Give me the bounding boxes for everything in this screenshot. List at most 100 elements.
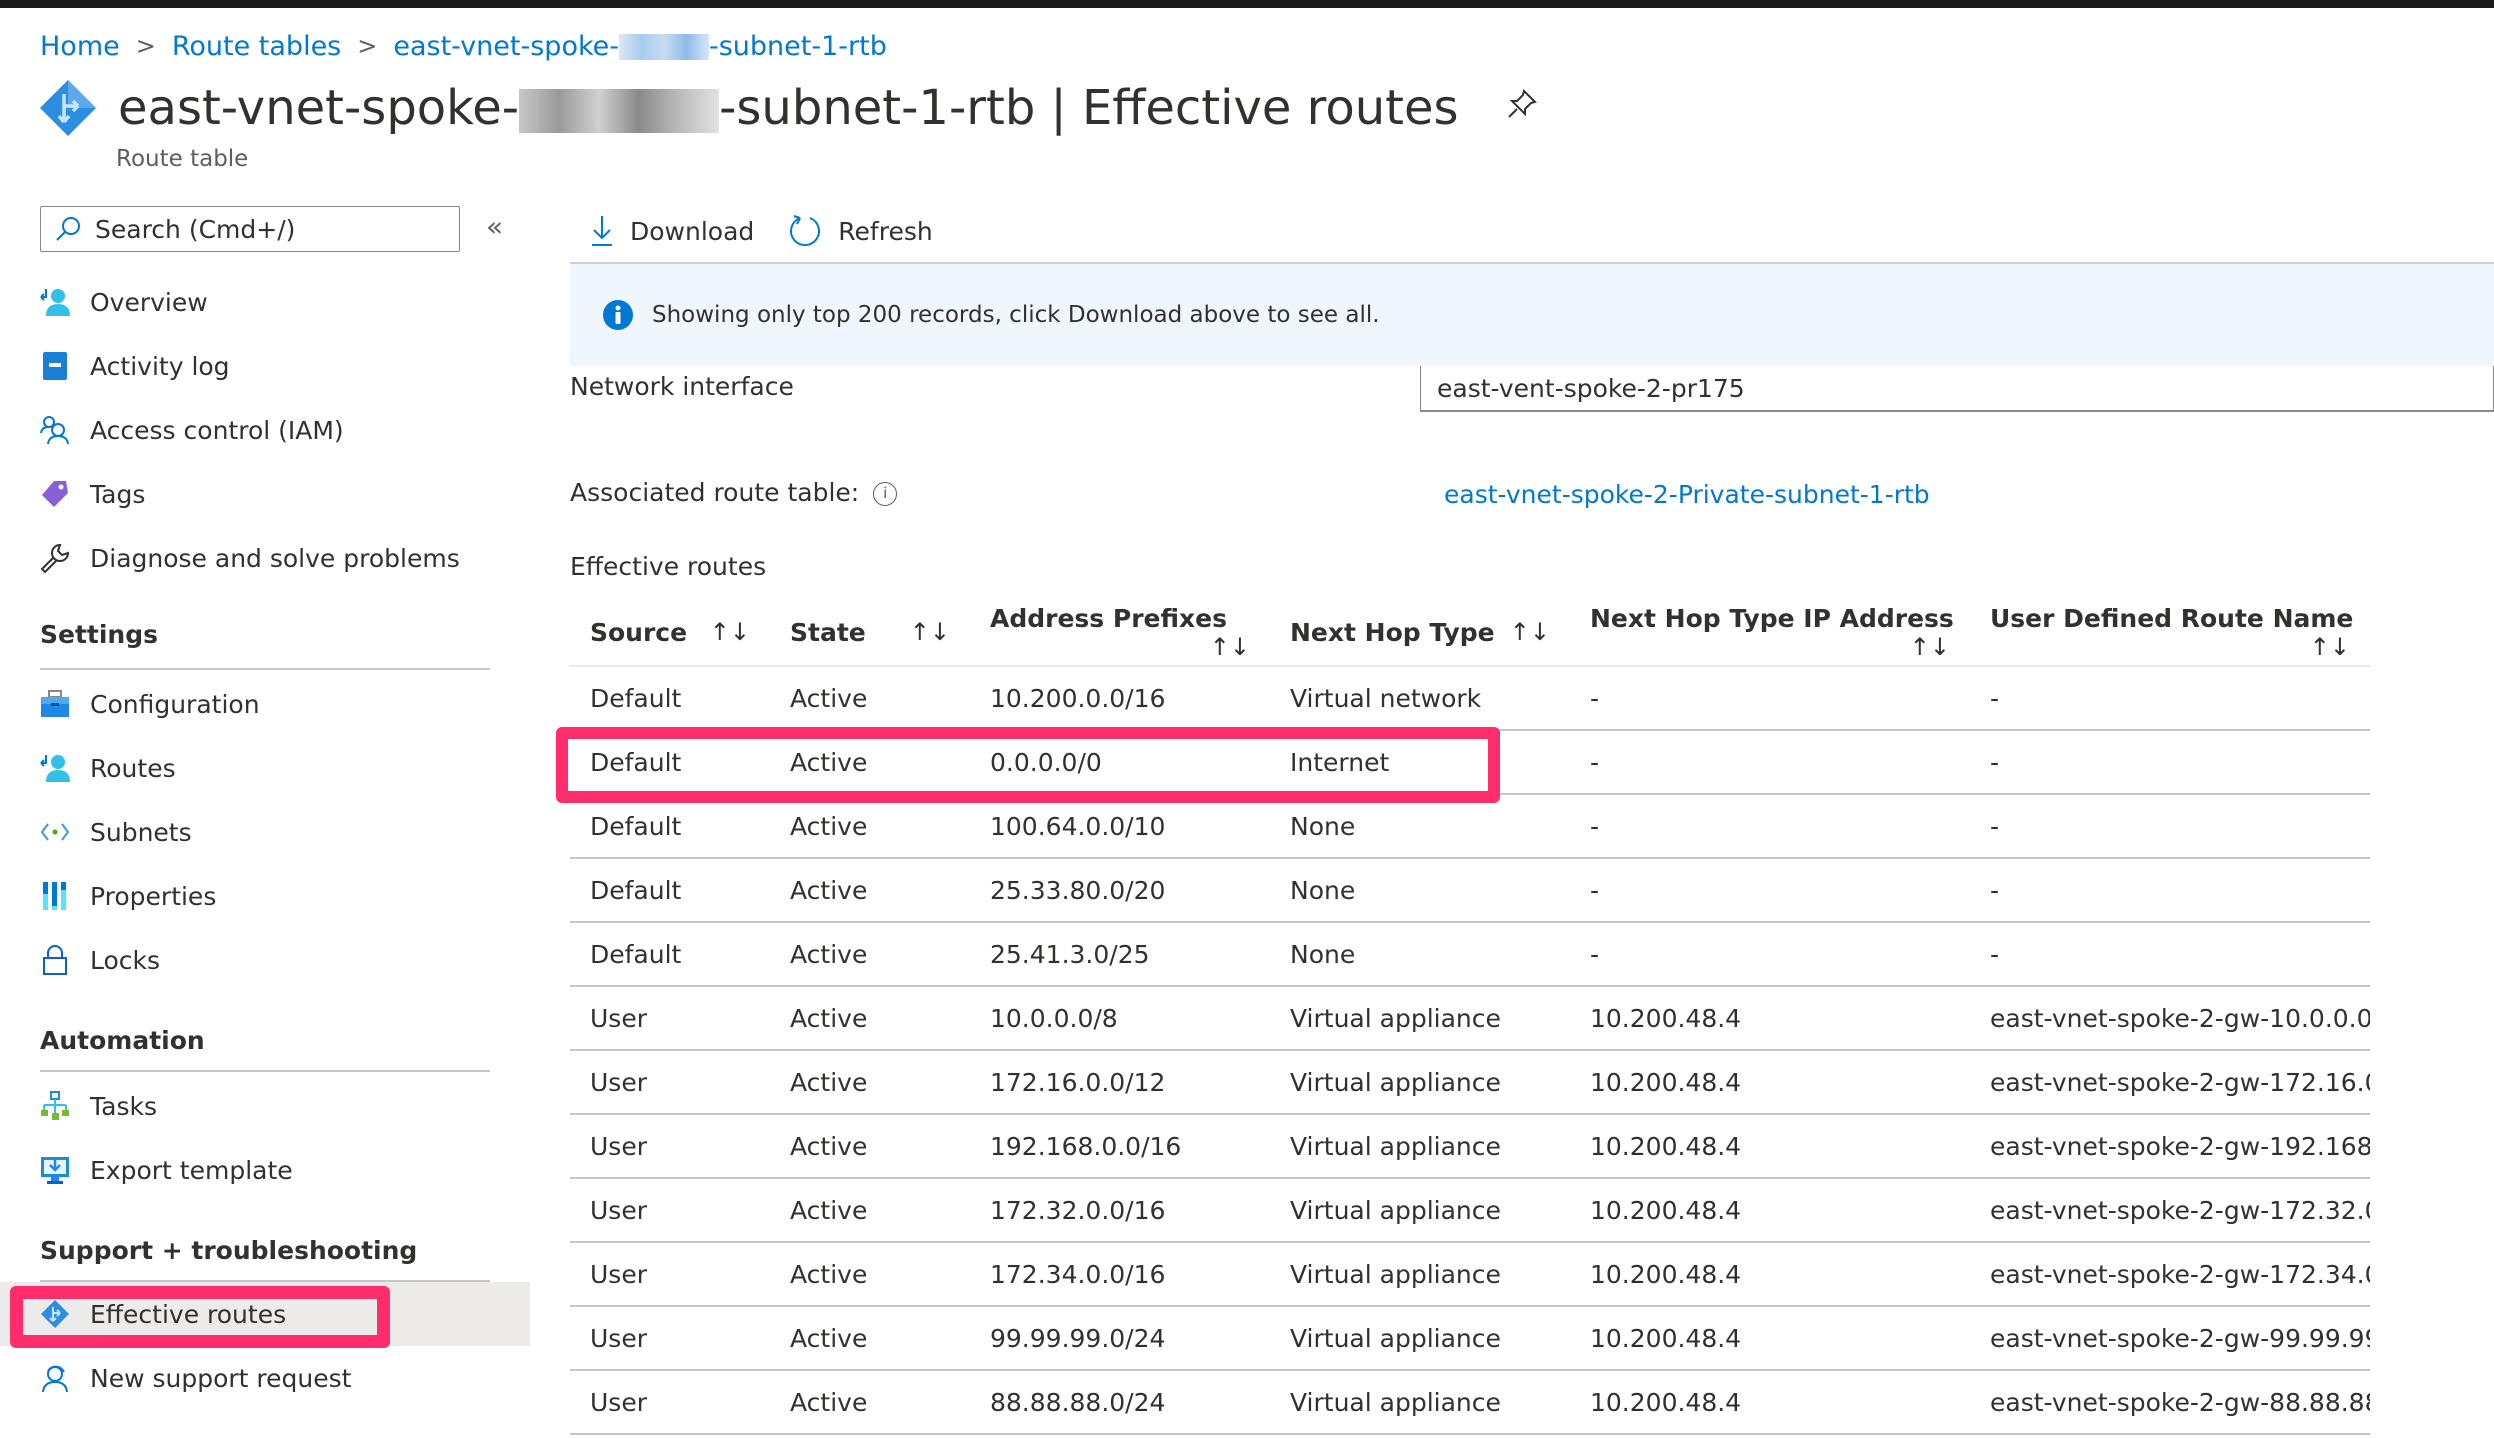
cell-udr-name: east-vnet-spoke-2-gw-99.99.99... — [1970, 1306, 2370, 1371]
sidebar-search[interactable] — [40, 206, 460, 252]
table-row[interactable]: User Active 172.16.0.0/12 Virtual appliance… — [570, 1050, 2370, 1115]
cell-udr-name: east-vnet-spoke-2-gw-172.16.0... — [1970, 1050, 2370, 1115]
cell-address-prefix: 172.34.0.0/16 — [970, 1242, 1270, 1307]
breadcrumb-current[interactable]: east-vnet-spoke- -subnet-1-rtb — [393, 31, 887, 62]
sidebar-item-overview[interactable]: Overview — [0, 274, 530, 330]
table-row[interactable]: Default Active 25.33.80.0/20 None - - — [570, 858, 2370, 923]
cell-udr-name: - — [1970, 666, 2370, 731]
column-header-next-hop-ip[interactable]: Next Hop Type IP Address ↑↓ — [1570, 600, 1970, 667]
cell-next-hop-ip: 10.200.48.4 — [1570, 1306, 1970, 1371]
cell-next-hop-type: None — [1270, 922, 1570, 987]
refresh-button[interactable]: Refresh — [788, 214, 933, 248]
table-row[interactable]: User Active 192.168.0.0/16 Virtual applianc… — [570, 1114, 2370, 1179]
column-header-next-hop-type[interactable]: Next Hop Type ↑↓ — [1270, 600, 1570, 667]
sidebar-item-locks[interactable]: Locks — [0, 932, 530, 988]
cell-next-hop-type: Virtual appliance — [1270, 986, 1570, 1051]
cell-address-prefix: 100.64.0.0/10 — [970, 794, 1270, 859]
table-row[interactable]: Default Active 100.64.0.0/10 None - - — [570, 794, 2370, 859]
associated-route-table-label: Associated route table: i — [570, 478, 898, 507]
table-row[interactable]: User Active 10.0.0.0/8 Virtual appliance 10.… — [570, 986, 2370, 1051]
refresh-label: Refresh — [838, 216, 933, 246]
pin-icon[interactable] — [1506, 88, 1538, 128]
sidebar-item-label: Properties — [90, 881, 217, 911]
cell-address-prefix: 88.88.88.0/24 — [970, 1370, 1270, 1435]
sidebar-item-label: Subnets — [90, 817, 192, 847]
cell-source: Default — [570, 666, 770, 731]
cell-udr-name: east-vnet-spoke-2-gw-172.34.0... — [1970, 1242, 2370, 1307]
sort-icon[interactable]: ↑↓ — [1210, 633, 1250, 661]
table-row[interactable]: User Active 172.32.0.0/16 Virtual appliance… — [570, 1178, 2370, 1243]
column-header-label: State — [790, 618, 866, 647]
column-header-source[interactable]: Source ↑↓ — [570, 600, 770, 667]
sidebar-item-subnets[interactable]: Subnets — [0, 804, 530, 860]
cell-address-prefix: 10.0.0.0/8 — [970, 986, 1270, 1051]
table-row[interactable]: User Active 99.99.99.0/24 Virtual appliance… — [570, 1306, 2370, 1371]
sort-icon[interactable]: ↑↓ — [910, 618, 950, 646]
cell-source: Default — [570, 858, 770, 923]
support-icon — [40, 1363, 70, 1393]
network-interface-select[interactable]: east-vent-spoke-2-pr175 — [1420, 366, 2494, 412]
divider — [40, 668, 490, 670]
sidebar-item-tasks[interactable]: Tasks — [0, 1078, 530, 1134]
collapse-sidebar-icon[interactable]: « — [486, 210, 503, 243]
sort-icon[interactable]: ↑↓ — [1910, 633, 1950, 661]
column-header-address-prefixes[interactable]: Address Prefixes ↑↓ — [970, 600, 1270, 667]
sidebar-item-effective-routes[interactable]: Effective routes — [0, 1282, 530, 1346]
sidebar-item-label: Diagnose and solve problems — [90, 543, 460, 573]
sort-icon[interactable]: ↑↓ — [1510, 618, 1550, 646]
sidebar-item-diagnose[interactable]: Diagnose and solve problems — [0, 530, 530, 586]
tag-icon — [40, 479, 70, 509]
cell-state: Active — [770, 1306, 970, 1371]
column-header-udr-name[interactable]: User Defined Route Name ↑↓ — [1970, 600, 2370, 667]
table-row[interactable]: User Active 172.34.0.0/16 Virtual appliance… — [570, 1242, 2370, 1307]
wrench-icon — [40, 543, 70, 573]
table-row[interactable]: Default Active 0.0.0.0/0 Internet - - — [570, 730, 2370, 795]
column-header-state[interactable]: State ↑↓ — [770, 600, 970, 667]
cell-state: Active — [770, 858, 970, 923]
download-button[interactable]: Download — [590, 214, 754, 248]
cell-source: User — [570, 1242, 770, 1307]
cell-next-hop-type: Virtual appliance — [1270, 1370, 1570, 1435]
cell-source: Default — [570, 922, 770, 987]
table-row[interactable]: Default Active 10.200.0.0/16 Virtual networ… — [570, 666, 2370, 731]
cell-address-prefix: 99.99.99.0/24 — [970, 1306, 1270, 1371]
sidebar-item-label: Tags — [90, 479, 146, 509]
breadcrumb-home[interactable]: Home — [40, 31, 120, 62]
associated-route-table-label-text: Associated route table: — [570, 478, 860, 507]
cell-next-hop-type: Virtual network — [1270, 666, 1570, 731]
breadcrumb: Home > Route tables > east-vnet-spoke- -s… — [40, 28, 887, 64]
cell-udr-name: - — [1970, 922, 2370, 987]
cell-next-hop-ip: - — [1570, 794, 1970, 859]
sidebar-item-activity-log[interactable]: Activity log — [0, 338, 530, 394]
sidebar-item-routes[interactable]: Routes — [0, 740, 530, 796]
table-row[interactable]: User Active 88.88.88.0/24 Virtual appliance… — [570, 1370, 2370, 1435]
sidebar-item-configuration[interactable]: Configuration — [0, 676, 530, 732]
cell-address-prefix: 172.16.0.0/12 — [970, 1050, 1270, 1115]
sidebar-item-export-template[interactable]: Export template — [0, 1142, 530, 1198]
sidebar-item-label: Configuration — [90, 689, 260, 719]
iam-icon — [40, 415, 70, 445]
sidebar-item-label: Overview — [90, 287, 208, 317]
sort-icon[interactable]: ↑↓ — [2310, 633, 2350, 661]
cell-address-prefix: 10.200.0.0/16 — [970, 666, 1270, 731]
breadcrumb-route-tables[interactable]: Route tables — [172, 31, 341, 62]
cell-udr-name: east-vnet-spoke-2-gw-192.168.... — [1970, 1114, 2370, 1179]
table-row[interactable]: Default Active 25.41.3.0/25 None - - — [570, 922, 2370, 987]
column-header-label: User Defined Route Name — [1990, 604, 2354, 633]
cell-next-hop-type: Internet — [1270, 730, 1570, 795]
sidebar-item-new-support-request[interactable]: New support request — [0, 1350, 530, 1406]
divider — [40, 1070, 490, 1072]
column-header-label: Next Hop Type IP Address — [1590, 604, 1954, 633]
sidebar-search-input[interactable] — [95, 214, 435, 244]
cell-udr-name: - — [1970, 858, 2370, 923]
cell-next-hop-type: None — [1270, 794, 1570, 859]
sidebar-item-tags[interactable]: Tags — [0, 466, 530, 522]
sidebar-item-properties[interactable]: Properties — [0, 868, 530, 924]
cell-next-hop-type: Virtual appliance — [1270, 1178, 1570, 1243]
route-table-icon — [40, 1299, 70, 1329]
associated-route-table-link[interactable]: east-vnet-spoke-2-Private-subnet-1-rtb — [1444, 480, 1930, 509]
sidebar-item-access-control[interactable]: Access control (IAM) — [0, 402, 530, 458]
cell-next-hop-ip: 10.200.48.4 — [1570, 986, 1970, 1051]
info-tooltip-icon[interactable]: i — [873, 482, 898, 506]
sort-icon[interactable]: ↑↓ — [710, 618, 750, 646]
